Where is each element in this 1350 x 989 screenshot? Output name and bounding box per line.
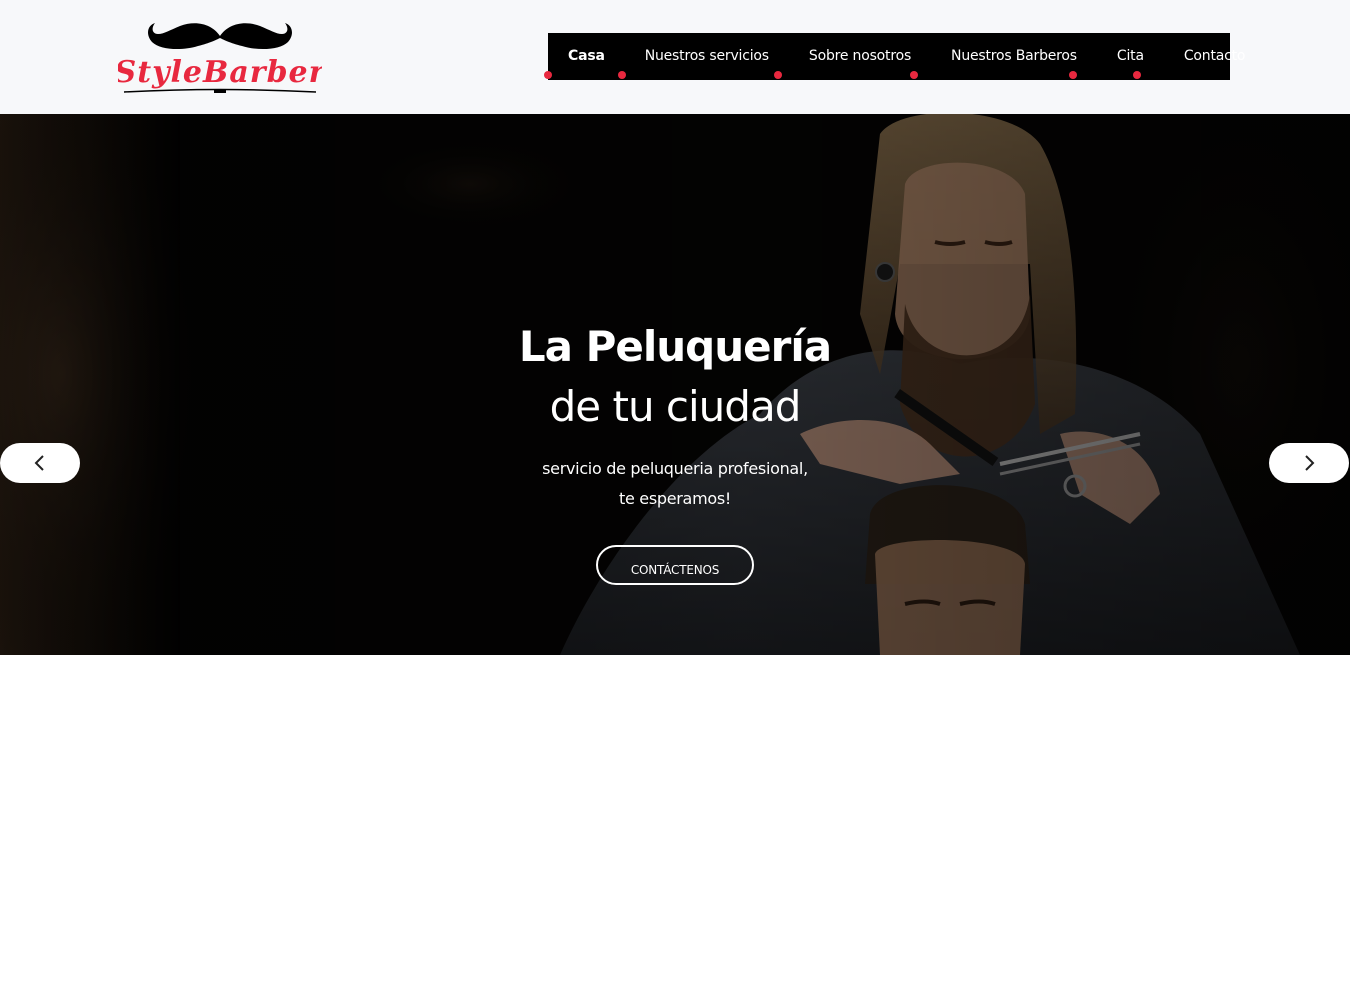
nav-item-label: Cita — [1116, 48, 1144, 64]
nav-item-label: Casa — [568, 48, 605, 64]
hero-subtitle-secondary: te esperamos! — [619, 489, 731, 508]
hero-subtitle: servicio de peluqueria profesional, — [542, 459, 808, 478]
nav-accent-dot — [544, 71, 552, 79]
nav-item-label: Contacto — [1183, 48, 1246, 64]
nav-item-nuestros-servicios[interactable]: Nuestros servicios — [645, 33, 769, 80]
mustache-icon — [148, 23, 292, 50]
nav-item-casa[interactable]: Casa — [568, 33, 605, 80]
contact-button[interactable]: CONTÁCTENOS — [596, 545, 754, 585]
nav-accent-dot — [910, 71, 918, 79]
chevron-left-icon — [34, 455, 44, 471]
site-header: StyleBarber Casa Nuestros servicios Sobr… — [0, 0, 1350, 114]
nav-accent-dot — [774, 71, 782, 79]
nav-item-label: Sobre nosotros — [808, 48, 912, 64]
nav-accent-dot — [1069, 71, 1077, 79]
nav-accent-dot — [618, 71, 626, 79]
hero-title: La Peluquería — [518, 322, 832, 371]
chevron-right-icon — [1305, 455, 1315, 471]
nav-item-sobre-nosotros[interactable]: Sobre nosotros — [809, 33, 911, 80]
nav-item-label: Nuestros servicios — [644, 48, 769, 64]
hero-slider: La Peluquería de tu ciudad servicio de p… — [0, 114, 1350, 655]
slider-prev-button[interactable] — [0, 443, 80, 483]
nav-accent-dot — [1133, 71, 1141, 79]
main-nav: Casa Nuestros servicios Sobre nosotros N… — [544, 33, 1245, 80]
logo[interactable]: StyleBarber — [118, 14, 322, 98]
slider-next-button[interactable] — [1269, 443, 1349, 483]
nav-item-nuestros-barberos[interactable]: Nuestros Barberos — [951, 33, 1077, 80]
hero-title-secondary: de tu ciudad — [549, 382, 802, 431]
logo-wordmark: StyleBarber — [118, 55, 322, 90]
nav-item-label: Nuestros Barberos — [951, 48, 1077, 64]
nav-item-contacto[interactable]: Contacto — [1183, 33, 1246, 80]
